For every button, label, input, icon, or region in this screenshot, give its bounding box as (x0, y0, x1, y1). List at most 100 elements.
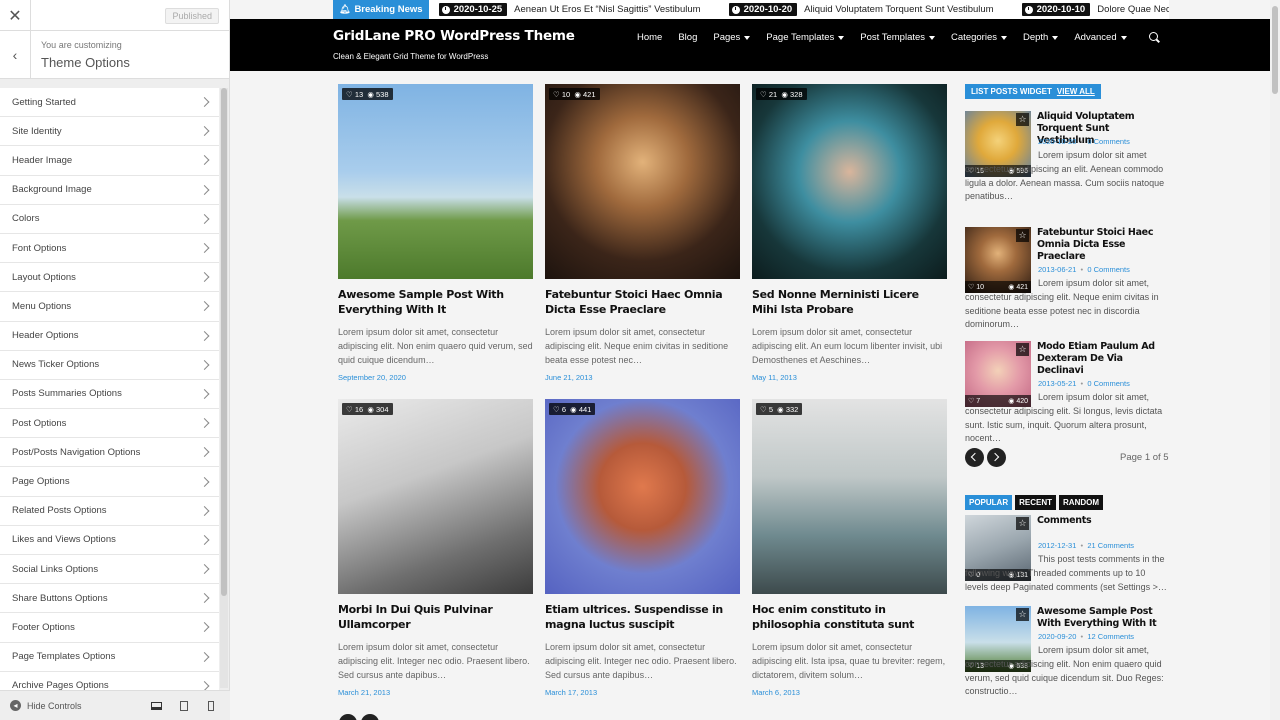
sidebar-post-comments[interactable]: 12 Comments (1087, 632, 1134, 641)
post-thumbnail[interactable]: ♡ 21 ◉ 328 (752, 84, 947, 279)
sidebar-post-comments[interactable]: 0 Comments (1087, 137, 1130, 146)
nav-item-3[interactable]: Page Templates (766, 32, 845, 43)
widget-title: LIST POSTS WIDGET VIEW ALL (965, 84, 1101, 99)
prev-page-button[interactable] (965, 448, 984, 467)
post-thumbnail[interactable]: ♡ 6 ◉ 441 (545, 399, 740, 594)
customizer-section-9[interactable]: News Ticker Options (0, 350, 219, 380)
sidebar-post-title[interactable]: Fatebuntur Stoici Haec Omnia Dicta Esse … (1037, 227, 1168, 263)
sidebar-post-title[interactable]: Comments (1037, 515, 1168, 527)
post-card: ♡ 21 ◉ 328 Sed Nonne Merninisti Licere Mi… (752, 84, 947, 382)
sidebar-post-date[interactable]: 2013-06-21 (1038, 265, 1076, 274)
heart-icon: ♡ (553, 404, 560, 414)
post-title[interactable]: Awesome Sample Post With Everything With… (338, 287, 533, 317)
post-date[interactable]: March 6, 2013 (752, 688, 947, 697)
sidebar-post-comments[interactable]: 0 Comments (1087, 265, 1130, 274)
sidebar-post-meta: 2020-09-20 • 12 Comments (1038, 632, 1134, 641)
post-title[interactable]: Morbi In Dui Quis Pulvinar Ullamcorper (338, 602, 533, 632)
post-thumbnail[interactable]: ♡ 13 ◉ 538 (338, 84, 533, 279)
ticker-link[interactable]: Aenean Ut Eros Et “Nisl Sagittis” Vestib… (514, 4, 700, 15)
customizer-section-label: Font Options (12, 242, 67, 254)
customizer-section-17[interactable]: Share Buttons Options (0, 584, 219, 614)
star-icon[interactable]: ☆ (1016, 229, 1029, 242)
nav-item-6[interactable]: Depth (1023, 32, 1059, 43)
post-date[interactable]: June 21, 2013 (545, 373, 740, 382)
post-thumbnail[interactable]: ♡ 16 ◉ 304 (338, 399, 533, 594)
post-title[interactable]: Hoc enim constituto in philosophia const… (752, 602, 947, 632)
post-thumbnail[interactable]: ♡ 5 ◉ 332 (752, 399, 947, 594)
eye-icon: ◉ (367, 89, 374, 99)
scrollbar-thumb[interactable] (221, 88, 227, 596)
nav-item-4[interactable]: Post Templates (860, 32, 936, 43)
post-thumbnail[interactable]: ♡ 10 ◉ 421 (545, 84, 740, 279)
sidebar-post-title[interactable]: Awesome Sample Post With Everything With… (1037, 606, 1168, 630)
sidebar-post-date[interactable]: 2020-10-20 (1038, 137, 1076, 146)
post-date[interactable]: September 20, 2020 (338, 373, 533, 382)
ticker-link[interactable]: Dolore Quae Nec (1097, 4, 1169, 15)
tab-random[interactable]: RANDOM (1059, 495, 1104, 510)
post-date[interactable]: March 17, 2013 (545, 688, 740, 697)
post-card: ♡ 16 ◉ 304 Morbi In Dui Quis Pulvinar Ull… (338, 399, 533, 697)
star-icon[interactable]: ☆ (1016, 113, 1029, 126)
star-icon[interactable]: ☆ (1016, 608, 1029, 621)
sidebar-post-comments[interactable]: 21 Comments (1087, 541, 1134, 550)
sidebar-post-date[interactable]: 2013-05-21 (1038, 379, 1076, 388)
pagination-button[interactable] (339, 714, 357, 720)
post-date[interactable]: May 11, 2013 (752, 373, 947, 382)
nav-item-label: Page Templates (766, 32, 835, 43)
customizer-section-13[interactable]: Page Options (0, 467, 219, 497)
customizer-section-4[interactable]: Colors (0, 204, 219, 234)
preview-scrollbar[interactable] (1270, 0, 1280, 720)
scrollbar-thumb[interactable] (1272, 6, 1278, 94)
close-icon[interactable]: ✕ (0, 0, 31, 31)
customizer-section-3[interactable]: Background Image (0, 175, 219, 205)
customizer-section-16[interactable]: Social Links Options (0, 555, 219, 585)
views-count: 421 (582, 89, 596, 99)
customizer-section-12[interactable]: Post/Posts Navigation Options (0, 438, 219, 468)
post-card: ♡ 5 ◉ 332 Hoc enim constituto in philosop… (752, 399, 947, 697)
hide-controls-button[interactable]: ◂ Hide Controls (10, 700, 82, 711)
desktop-icon[interactable] (143, 696, 170, 716)
next-page-button[interactable] (987, 448, 1006, 467)
customizer-section-19[interactable]: Page Templates Options (0, 642, 219, 672)
nav-item-2[interactable]: Pages (713, 32, 751, 43)
likes-count: 10 (561, 89, 571, 99)
post-title[interactable]: Etiam ultrices. Suspendisse in magna luc… (545, 602, 740, 632)
customizer-section-15[interactable]: Likes and Views Options (0, 525, 219, 555)
nav-item-7[interactable]: Advanced (1074, 32, 1127, 43)
pagination-button[interactable] (361, 714, 379, 720)
sidebar-post-title[interactable]: Modo Etiam Paulum Ad Dexteram De Via Dec… (1037, 341, 1168, 377)
publish-button[interactable]: Published (165, 8, 219, 24)
post-title[interactable]: Fatebuntur Stoici Haec Omnia Dicta Esse … (545, 287, 740, 317)
post-date[interactable]: March 21, 2013 (338, 688, 533, 697)
search-icon[interactable] (1149, 32, 1158, 41)
customizer-section-14[interactable]: Related Posts Options (0, 496, 219, 526)
customizer-section-18[interactable]: Footer Options (0, 613, 219, 643)
post-title[interactable]: Sed Nonne Merninisti Licere Mihi Ista Pr… (752, 287, 947, 317)
customizer-section-10[interactable]: Posts Summaries Options (0, 379, 219, 410)
customizer-section-6[interactable]: Layout Options (0, 263, 219, 293)
customizer-section-11[interactable]: Post Options (0, 409, 219, 439)
customizer-section-0[interactable]: Getting Started (0, 88, 219, 118)
sidebar-post-comments[interactable]: 0 Comments (1087, 379, 1130, 388)
customizer-section-5[interactable]: Font Options (0, 233, 219, 264)
customizer-section-1[interactable]: Site Identity (0, 117, 219, 147)
customizer-section-8[interactable]: Header Options (0, 321, 219, 351)
customizer-scrollbar[interactable] (220, 88, 228, 688)
sidebar-post-date[interactable]: 2020-09-20 (1038, 632, 1076, 641)
star-icon[interactable]: ☆ (1016, 343, 1029, 356)
view-all-link[interactable]: VIEW ALL (1057, 87, 1095, 96)
tab-popular[interactable]: POPULAR (965, 495, 1013, 510)
tablet-icon[interactable] (170, 696, 197, 716)
mobile-icon[interactable] (197, 696, 224, 716)
tab-recent[interactable]: RECENT (1015, 495, 1057, 510)
customizer-section-2[interactable]: Header Image (0, 146, 219, 176)
site-title[interactable]: GridLane PRO WordPress Theme (333, 28, 575, 44)
sidebar-post-date[interactable]: 2012-12-31 (1038, 541, 1076, 550)
star-icon[interactable]: ☆ (1016, 517, 1029, 530)
nav-item-1[interactable]: Blog (678, 32, 697, 43)
ticker-link[interactable]: Aliquid Voluptatem Torquent Sunt Vestibu… (804, 4, 993, 15)
nav-item-5[interactable]: Categories (951, 32, 1007, 43)
customizer-section-7[interactable]: Menu Options (0, 292, 219, 322)
nav-item-0[interactable]: Home (637, 32, 662, 43)
back-arrow-icon[interactable]: ‹ (0, 31, 31, 79)
